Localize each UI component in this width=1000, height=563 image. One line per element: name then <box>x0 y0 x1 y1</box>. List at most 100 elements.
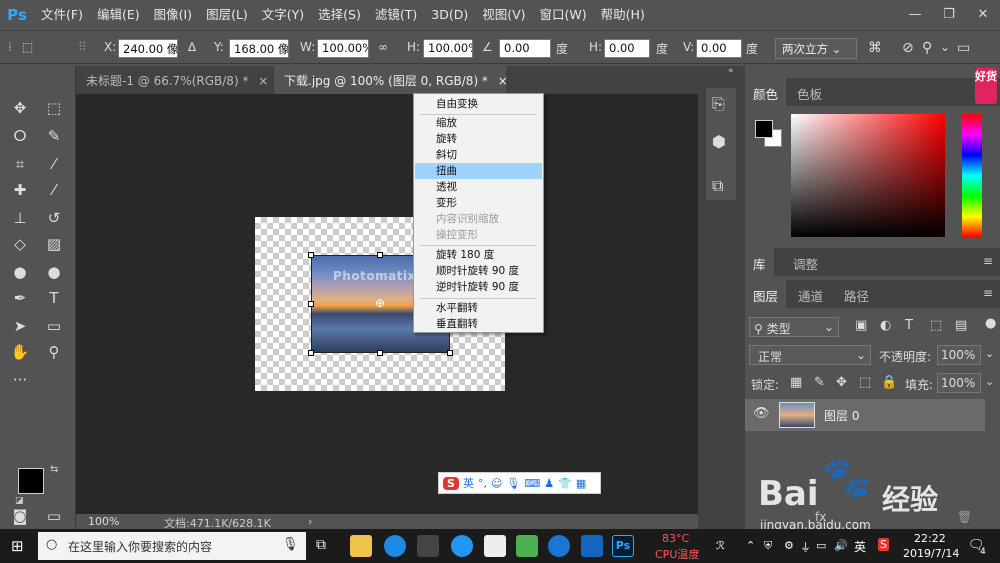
tab-paths[interactable]: 路径 <box>836 280 877 308</box>
history-panel-icon[interactable]: ⎘ <box>712 94 725 114</box>
menu-item-rotate-90-cw[interactable]: 顺时针旋转 90 度 <box>415 263 542 279</box>
panel-menu-icon[interactable]: ≡ <box>983 286 993 300</box>
wps-icon[interactable] <box>581 535 603 557</box>
menu-select[interactable]: 选择(S) <box>311 0 368 29</box>
cancel-transform-icon[interactable]: ⊘ <box>902 40 914 56</box>
clock-time[interactable]: 22:22 <box>914 532 946 545</box>
edge-browser-icon[interactable] <box>384 535 406 557</box>
gradient-tool-icon[interactable]: ▨ <box>42 232 66 256</box>
user-icon[interactable]: ♟ <box>544 477 554 490</box>
menu-item-rotate-90-ccw[interactable]: 逆时针旋转 90 度 <box>415 279 542 295</box>
photoshop-taskbar-icon[interactable]: Ps <box>612 535 634 557</box>
hue-slider[interactable] <box>962 114 982 237</box>
filter-shape-icon[interactable]: ⬚ <box>930 318 942 333</box>
transform-handle-b[interactable] <box>377 350 383 356</box>
close-button[interactable]: ✕ <box>966 0 1000 29</box>
warp-mode-icon[interactable]: ⌘ <box>868 40 882 56</box>
layer-filter-select[interactable]: ⚲ 类型 ⌄ <box>749 317 839 337</box>
marquee-tool-icon[interactable]: ⬚ <box>42 96 66 120</box>
close-icon[interactable]: × <box>498 74 508 88</box>
color-fg-swatch[interactable] <box>755 120 773 138</box>
filter-pixel-icon[interactable]: ▣ <box>855 318 867 333</box>
close-icon[interactable]: × <box>258 74 268 88</box>
menu-item-rotate[interactable]: 旋转 <box>415 131 542 147</box>
volume-icon[interactable]: 🔊 <box>834 539 848 552</box>
clock-date[interactable]: 2019/7/14 <box>903 547 959 560</box>
delta-icon[interactable]: ∆ <box>188 40 196 54</box>
tab-layers[interactable]: 图层 <box>745 280 787 308</box>
menu-item-free-transform[interactable]: 自由变换 <box>415 96 542 112</box>
y-field[interactable]: 168.00 像素 <box>229 39 289 58</box>
sogou-logo-icon[interactable]: S <box>443 476 459 490</box>
eyedropper-icon[interactable]: ⁄ <box>42 152 66 176</box>
transform-handle-bl[interactable] <box>308 350 314 356</box>
lock-position-icon[interactable]: ✥ <box>836 375 847 390</box>
type-tool-icon[interactable]: T <box>42 286 66 310</box>
x-field[interactable]: 240.00 像素 <box>118 39 178 58</box>
menu-image[interactable]: 图像(I) <box>147 0 199 29</box>
security-icon[interactable]: ⛨ <box>764 539 772 553</box>
status-menu-arrow[interactable]: › <box>308 515 312 528</box>
visibility-eye-icon[interactable]: 👁 <box>753 406 770 421</box>
menu-help[interactable]: 帮助(H) <box>594 0 652 29</box>
restore-button[interactable]: ❐ <box>932 0 966 29</box>
brush-tool-icon[interactable]: ⁄ <box>42 178 66 202</box>
w-field[interactable]: 100.00% <box>317 39 369 58</box>
lasso-tool-icon[interactable]: ⵔ <box>8 124 32 148</box>
link-icon[interactable]: ∞ <box>378 40 388 54</box>
properties-panel-icon[interactable]: ⧉ <box>712 176 723 196</box>
menu-item-skew[interactable]: 斜切 <box>415 147 542 163</box>
screen-mode-icon[interactable]: ▭ <box>42 504 66 528</box>
input-language[interactable]: 英 <box>854 538 866 555</box>
eraser-tool-icon[interactable]: ◇ <box>8 232 32 256</box>
transform-handle-l[interactable] <box>308 301 314 307</box>
transform-handle-br[interactable] <box>447 350 453 356</box>
menu-edit[interactable]: 编辑(E) <box>90 0 147 29</box>
usb-icon[interactable]: ⏚ <box>800 539 811 555</box>
punctuation-icon[interactable]: °, <box>478 477 487 490</box>
menu-item-flip-vertical[interactable]: 垂直翻转 <box>415 316 542 332</box>
grid-menu-icon[interactable]: ▦ <box>576 477 586 490</box>
microphone-icon[interactable]: 🎙 <box>282 537 299 552</box>
workspace-icon[interactable]: ▭ <box>957 40 970 56</box>
lock-pixels-icon[interactable]: ✎ <box>814 375 825 390</box>
emoji-icon[interactable]: ☺ <box>491 477 502 490</box>
tab-libraries[interactable]: 库 <box>745 248 774 276</box>
task-view-icon[interactable]: ⧉ <box>316 537 326 553</box>
blend-mode-select[interactable]: 正常 ⌄ <box>749 345 871 365</box>
lock-artboard-icon[interactable]: ⬚ <box>859 375 871 390</box>
people-icon[interactable]: ℛ <box>716 539 725 552</box>
app-icon-s[interactable] <box>548 535 570 557</box>
crop-tool-icon[interactable]: ⌗ <box>8 152 32 176</box>
filter-type-icon[interactable]: T <box>905 318 913 333</box>
layer-name[interactable]: 图层 0 <box>824 407 859 424</box>
minimize-button[interactable]: — <box>898 0 932 29</box>
store-icon[interactable] <box>417 535 439 557</box>
menu-file[interactable]: 文件(F) <box>34 0 90 29</box>
dodge-tool-icon[interactable]: ● <box>42 260 66 284</box>
blur-tool-icon[interactable]: ● <box>8 260 32 284</box>
file-explorer-icon[interactable] <box>350 535 372 557</box>
move-tool-icon[interactable]: ✥ <box>8 96 32 120</box>
chevron-down-icon[interactable]: ⌄ <box>940 40 950 54</box>
swap-colors-icon[interactable]: ⇆ <box>50 464 58 475</box>
chevron-down-icon[interactable]: ⌄ <box>985 375 994 388</box>
sogou-tray-icon[interactable]: S <box>878 538 889 551</box>
zoom-level[interactable]: 100% <box>88 515 119 528</box>
mail-icon[interactable] <box>484 535 506 557</box>
menu-type[interactable]: 文字(Y) <box>255 0 311 29</box>
zoom-tool-icon[interactable]: ⚲ <box>42 340 66 364</box>
menu-layer[interactable]: 图层(L) <box>199 0 255 29</box>
panel-menu-icon[interactable]: ≡ <box>983 254 993 268</box>
tab-color[interactable]: 颜色 <box>745 78 787 106</box>
menu-3d[interactable]: 3D(D) <box>424 0 475 29</box>
menu-item-warp[interactable]: 变形 <box>415 195 542 211</box>
media-player-icon[interactable] <box>516 535 538 557</box>
filter-adjustment-icon[interactable]: ◐ <box>880 318 891 333</box>
transform-tool-icon[interactable]: ⬚ <box>22 40 33 54</box>
h-field[interactable]: 100.00% <box>423 39 473 58</box>
skin-icon[interactable]: 👕 <box>558 477 572 490</box>
tab-download[interactable]: 下载.jpg @ 100% (图层 0, RGB/8) * × <box>274 66 508 94</box>
pen-tool-icon[interactable]: ✒ <box>8 286 32 310</box>
healing-brush-icon[interactable]: ✚ <box>8 178 32 202</box>
